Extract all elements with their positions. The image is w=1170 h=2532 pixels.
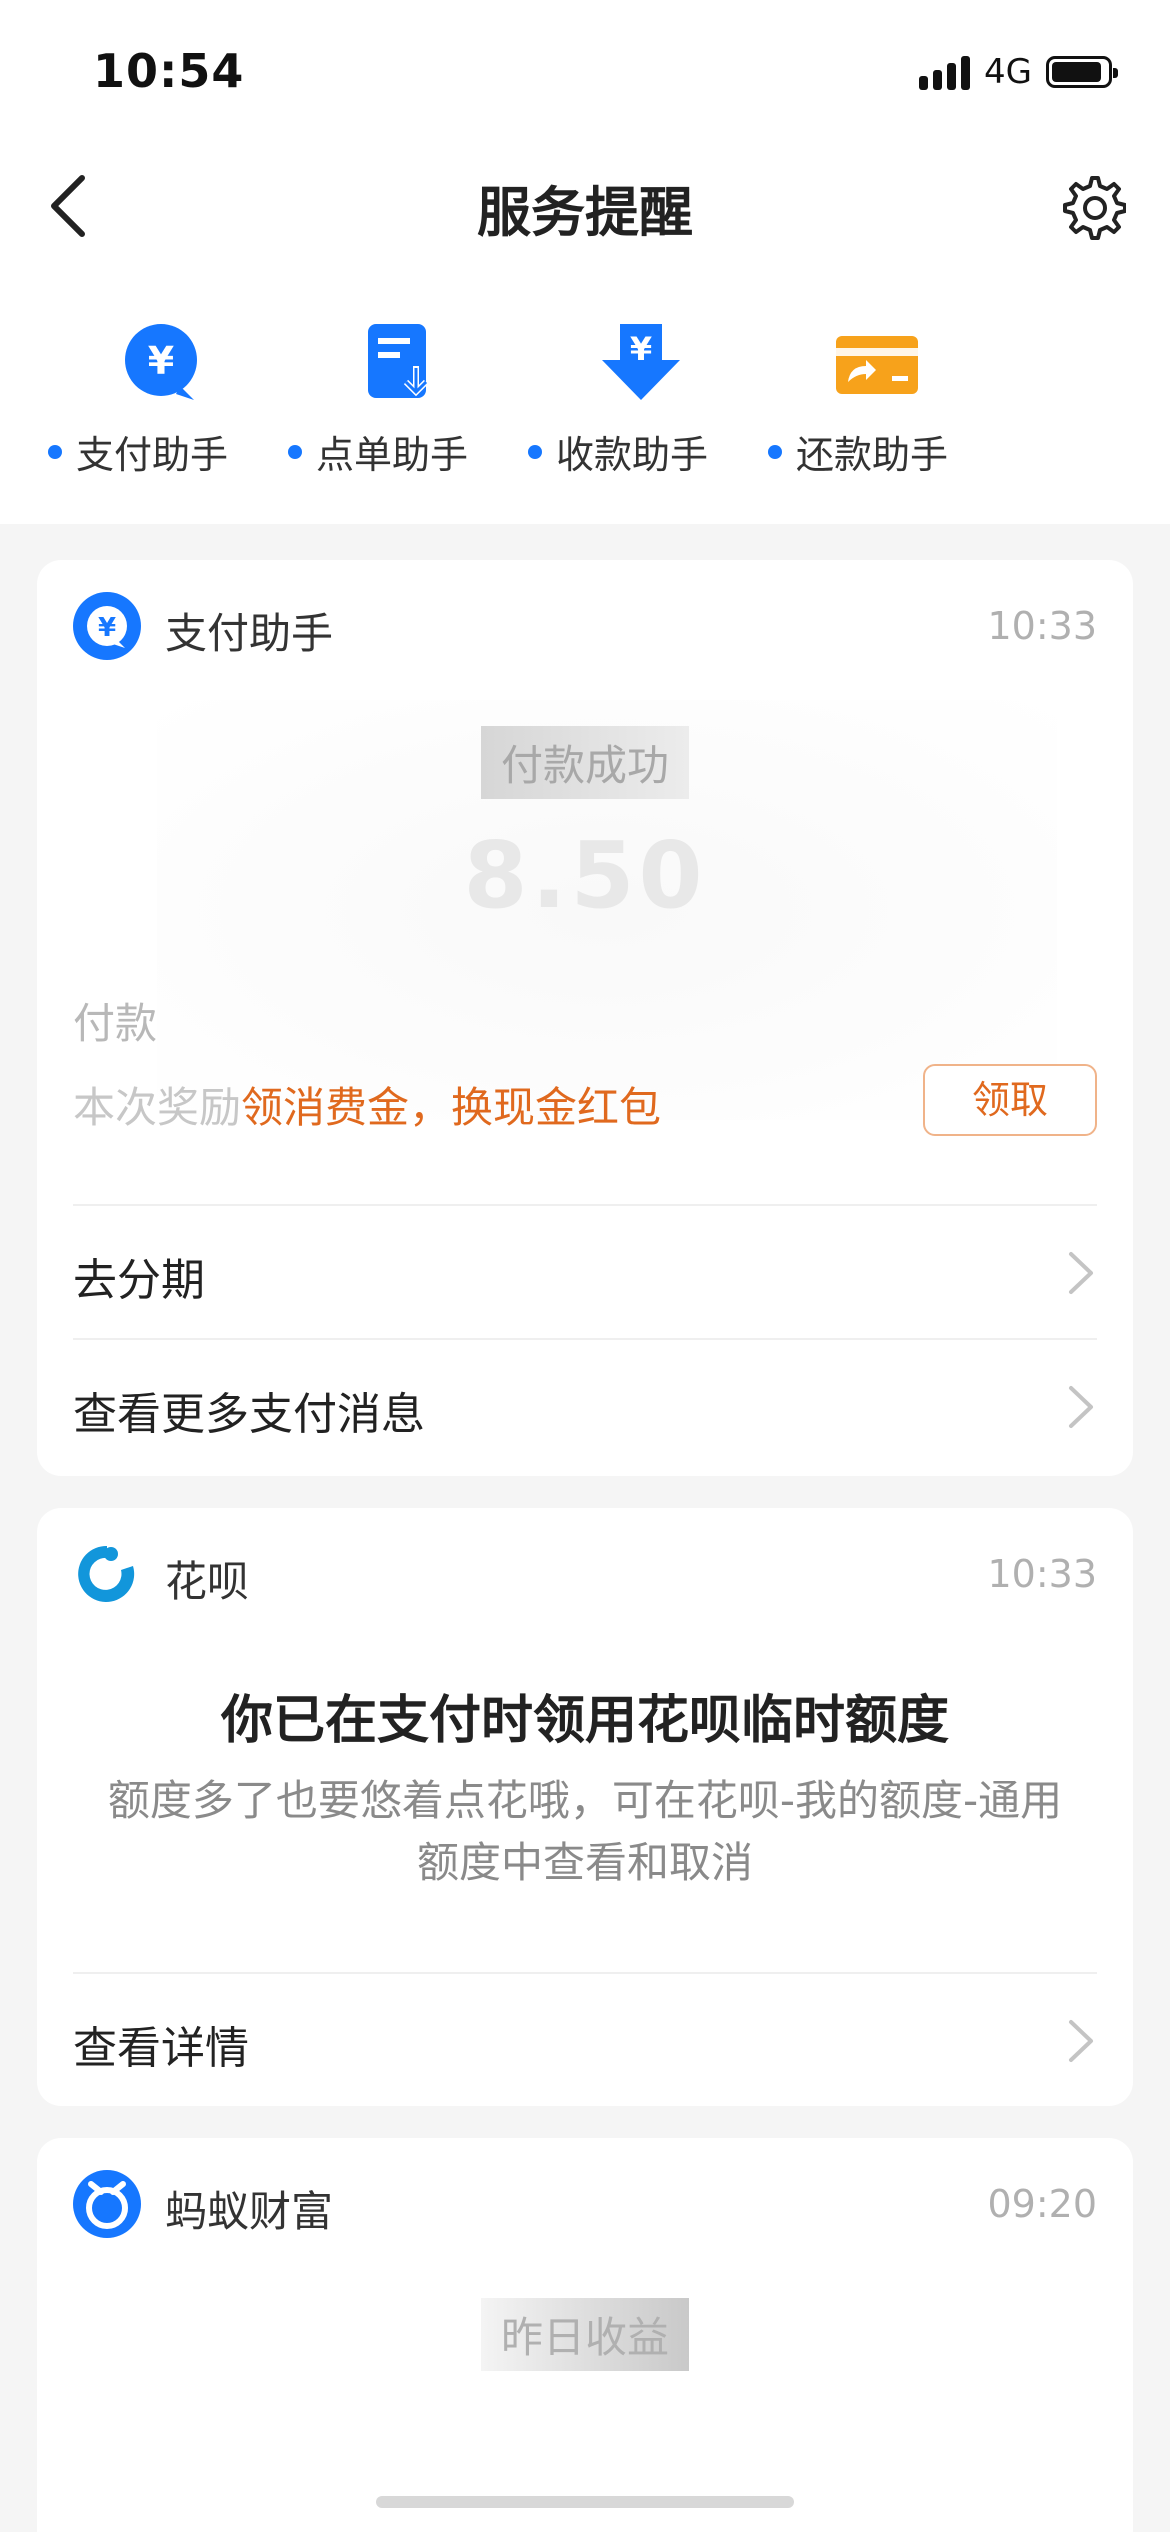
status-indicators: 4G	[919, 52, 1118, 92]
ant-wealth-logo-icon	[73, 2170, 141, 2238]
unread-dot	[48, 444, 62, 459]
service-reminder-page: 10:54 4G 服务提醒 ¥ 支付助手 点单助手 ¥ 收款助手 还款助手 ¥ …	[0, 0, 1170, 2532]
yesterday-earnings-label: 昨日收益	[37, 2298, 1133, 2371]
huabei-logo-icon	[78, 1545, 135, 1602]
huabei-headline: 你已在支付时领用花呗临时额度	[220, 1691, 949, 1751]
shortcut-label: 支付助手	[48, 424, 228, 479]
chevron-right-icon	[1069, 1252, 1093, 1294]
chevron-right-icon	[1069, 2020, 1093, 2062]
shortcut-payment-assistant[interactable]: ¥ 支付助手	[48, 320, 288, 480]
shortcut-label: 收款助手	[528, 424, 708, 479]
network-type: 4G	[984, 52, 1032, 92]
svg-text:¥: ¥	[148, 339, 174, 383]
signal-icon	[919, 54, 971, 90]
card-title: 花呗	[165, 1557, 250, 1606]
ant-wealth-card: 蚂蚁财富 09:20 昨日收益	[37, 2138, 1133, 2532]
huabei-description: 额度多了也要悠着点花哦，可在花呗-我的额度-通用额度中查看和取消	[107, 1776, 1063, 1887]
installment-row[interactable]: 去分期	[73, 1204, 1097, 1338]
page-title: 服务提醒	[477, 181, 693, 244]
view-details-row[interactable]: 查看详情	[73, 1972, 1097, 2106]
shortcut-label: 还款助手	[768, 424, 948, 479]
header-area: 10:54 4G 服务提醒 ¥ 支付助手 点单助手 ¥ 收款助手 还款助手	[0, 0, 1170, 524]
unread-dot	[288, 444, 302, 459]
shortcut-label: 点单助手	[288, 424, 468, 479]
shortcut-receive-assistant[interactable]: ¥ 收款助手	[528, 320, 768, 480]
yuan-bubble-icon: ¥	[73, 592, 141, 660]
battery-icon	[1046, 56, 1118, 88]
card-title: 蚂蚁财富	[165, 2187, 334, 2236]
assistant-shortcuts: ¥ 支付助手 点单助手 ¥ 收款助手 还款助手	[0, 320, 1170, 480]
shortcut-order-assistant[interactable]: 点单助手	[288, 320, 528, 480]
payment-amount: 8.50	[463, 822, 707, 929]
repay-card-icon	[836, 336, 918, 394]
svg-text:¥: ¥	[630, 330, 652, 368]
card-time: 10:33	[987, 604, 1097, 648]
claim-button[interactable]: 领取	[923, 1064, 1097, 1136]
huabei-card: 花呗 10:33 你已在支付时领用花呗临时额度 额度多了也要悠着点花哦，可在花呗…	[37, 1508, 1133, 2106]
yuan-bubble-icon: ¥	[125, 324, 197, 400]
more-payment-messages-row[interactable]: 查看更多支付消息	[73, 1338, 1097, 1472]
shortcut-repay-assistant[interactable]: 还款助手	[768, 320, 1008, 480]
payment-status: 付款成功	[37, 726, 1133, 799]
battery-level	[1052, 62, 1101, 82]
card-time: 10:33	[987, 1552, 1097, 1596]
card-title: 支付助手	[165, 609, 334, 658]
unread-dot	[528, 444, 542, 459]
reward-message: 本次奖励领消费金，换现金红包	[73, 1083, 662, 1132]
gear-icon	[1063, 176, 1127, 240]
card-header: ¥ 支付助手 10:33	[73, 592, 1097, 662]
home-indicator[interactable]	[376, 2496, 794, 2508]
status-time: 10:54	[93, 44, 245, 98]
settings-button[interactable]	[1058, 172, 1127, 240]
svg-text:¥: ¥	[98, 613, 116, 643]
receive-arrow-icon: ¥	[602, 324, 680, 400]
unread-dot	[768, 444, 782, 459]
chevron-right-icon	[1069, 1386, 1093, 1428]
card-header: 花呗 10:33	[73, 1540, 1097, 1610]
card-header: 蚂蚁财富 09:20	[73, 2170, 1097, 2240]
payment-method-label: 付款	[73, 999, 158, 1048]
order-doc-icon	[368, 324, 429, 398]
payment-assistant-card: ¥ 支付助手 10:33 付款成功 8.50 付款 本次奖励领消费金，换现金红包…	[37, 560, 1133, 1476]
card-time: 09:20	[987, 2182, 1097, 2226]
